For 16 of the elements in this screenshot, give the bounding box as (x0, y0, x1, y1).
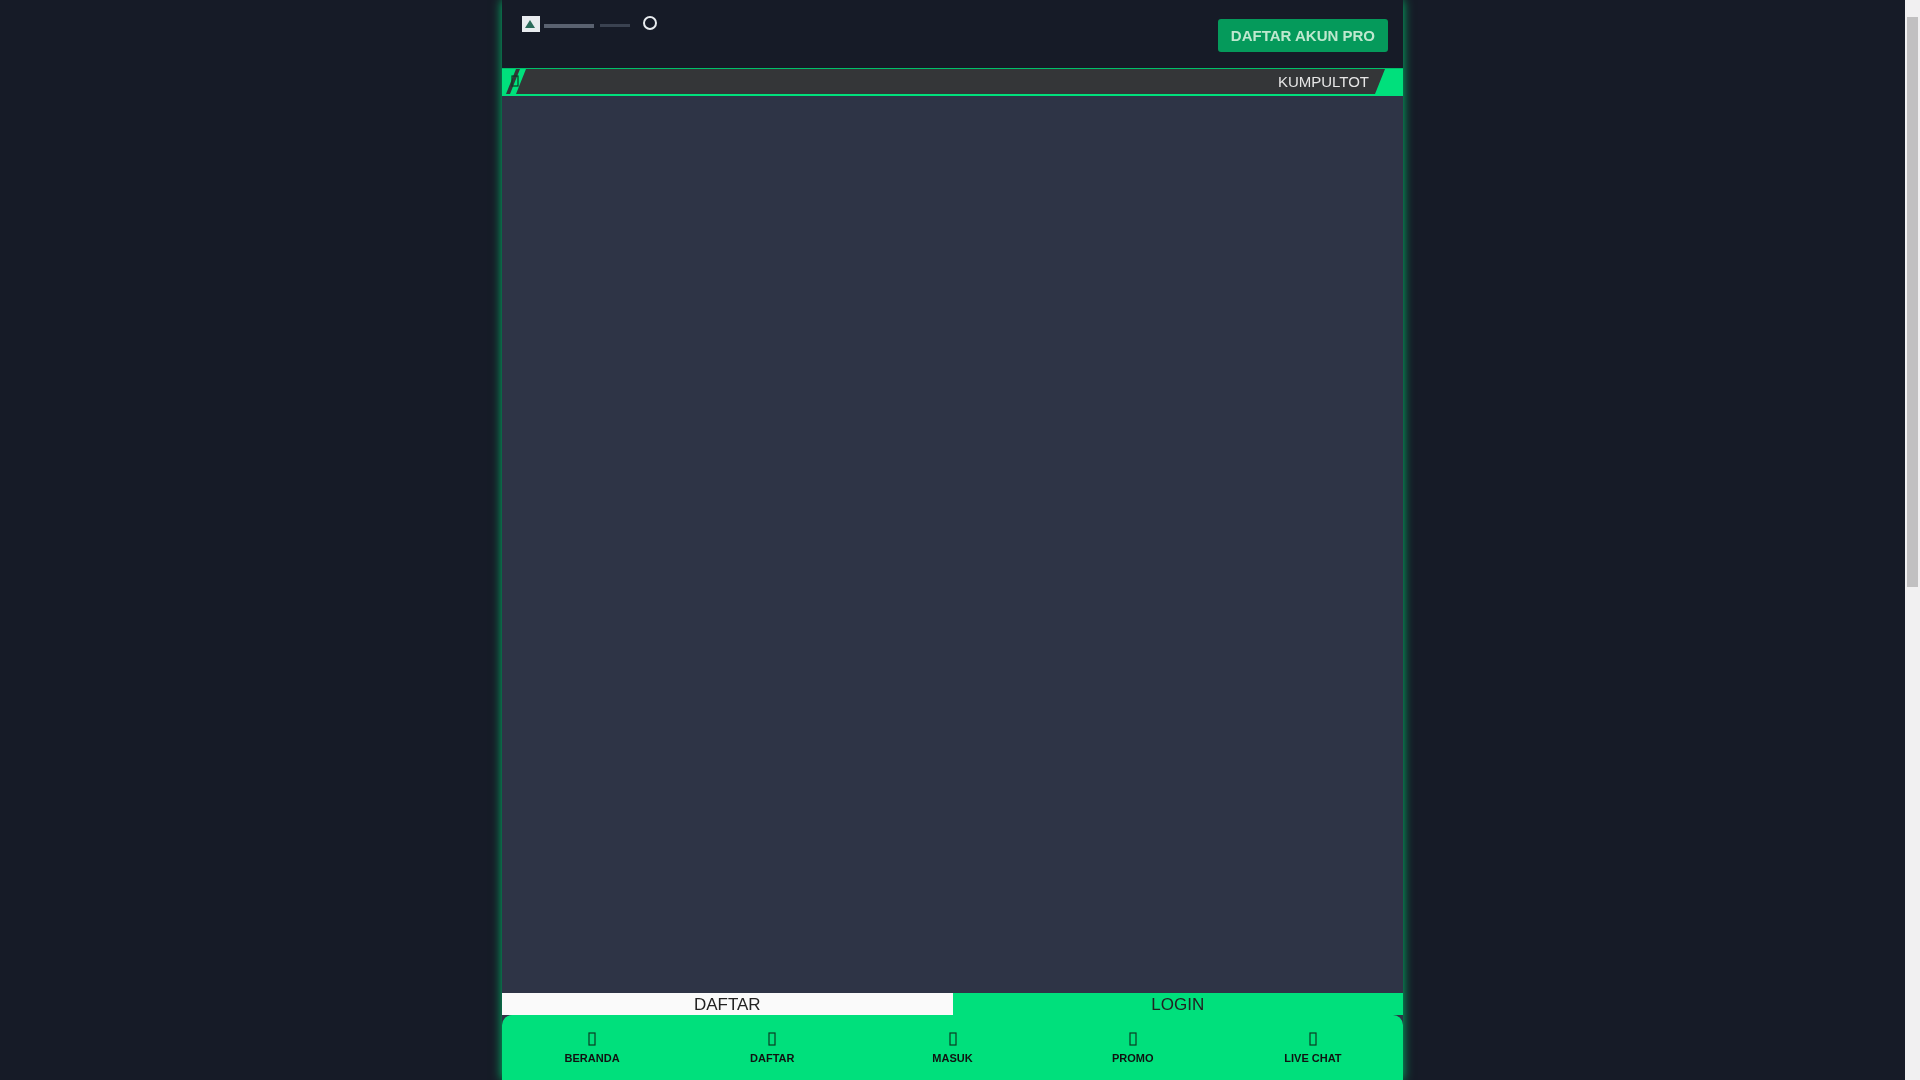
tab[interactable]: LOGIN (952, 993, 1403, 1015)
nav-item[interactable]: LIVE CHAT (1222, 1015, 1403, 1080)
nav-item[interactable]: MASUK (862, 1015, 1043, 1080)
placeholder-icon (948, 1031, 957, 1046)
ticker-text: KUMPULTOT (1277, 73, 1369, 90)
nav-item[interactable]: DAFTAR (682, 1015, 863, 1080)
tab[interactable]: DAFTAR (502, 993, 953, 1015)
nav-item[interactable]: BERANDA (502, 1015, 683, 1080)
placeholder-icon (768, 1031, 777, 1046)
scrollbar[interactable] (1905, 0, 1920, 1080)
stripe-drawing (502, 69, 526, 94)
placeholder-icon (1308, 1031, 1317, 1046)
placeholder-icon (588, 1031, 597, 1046)
placeholder-icon (1128, 1031, 1137, 1046)
nav-item[interactable]: PROMO (1042, 1015, 1223, 1080)
placeholder-icon (511, 75, 519, 87)
